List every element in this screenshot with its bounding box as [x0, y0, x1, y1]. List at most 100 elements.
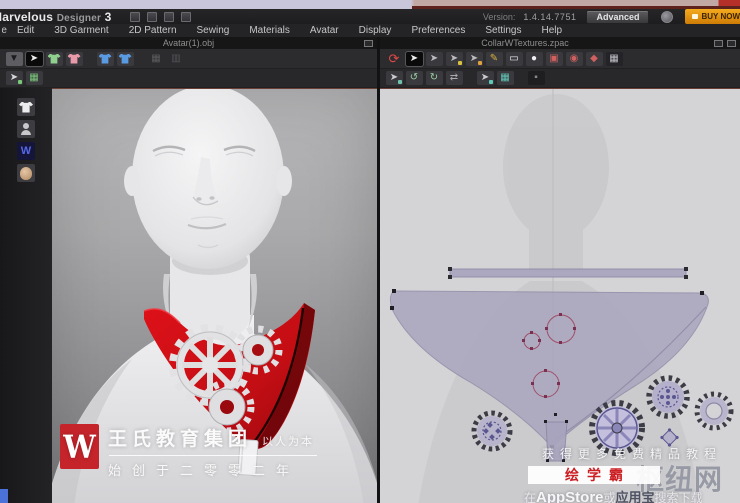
- show-garment-blue-2-tool-icon: [118, 53, 132, 64]
- left-panel-title-bar: Avatar(1).obj: [0, 37, 377, 49]
- avatar-preset-garment[interactable]: [17, 98, 35, 116]
- rectangle-tool-icon: ▭: [509, 52, 519, 64]
- watermark-tagline: 以人为本: [262, 436, 315, 448]
- titlebar-quick-icons: [129, 11, 191, 22]
- menu-bar: File Edit3D Garment2D PatternSewingMater…: [0, 24, 740, 38]
- undo-icon[interactable]: [163, 11, 174, 22]
- select-avatar-tool[interactable]: ➤: [5, 71, 23, 85]
- menu-item-avatar[interactable]: Avatar: [300, 24, 349, 37]
- buy-now-button[interactable]: BUY NOW: [685, 9, 740, 24]
- measure-tool[interactable]: ▪: [527, 71, 545, 85]
- wangshi-logo: W: [60, 424, 99, 469]
- menu-item-2d-pattern[interactable]: 2D Pattern: [119, 24, 187, 37]
- avatar-preset-head[interactable]: [17, 164, 35, 182]
- rotate-cw-tool-icon: ↻: [429, 72, 439, 83]
- bust-icon: [20, 123, 32, 135]
- rectangle-tool[interactable]: ▭: [505, 51, 523, 66]
- transform-pattern-tool[interactable]: ➤: [405, 51, 423, 66]
- select-garment-green-tool[interactable]: [45, 51, 63, 66]
- menu-item-sewing[interactable]: Sewing: [187, 24, 240, 37]
- watermark-wangshi: W 王氏教育集团 以人为本 始创于二零零二年: [60, 424, 317, 479]
- left-panel-title: Avatar(1).obj: [162, 38, 215, 48]
- avatar-preset-crown[interactable]: W: [17, 142, 35, 160]
- select-garment-pink-tool[interactable]: [65, 51, 83, 66]
- pen-polygon-tool[interactable]: ✎: [485, 51, 503, 66]
- circle-tool-icon: ●: [530, 52, 538, 64]
- pattern-gear-1[interactable]: [471, 410, 513, 452]
- menu-item-edit[interactable]: Edit: [7, 24, 44, 37]
- edit-pattern-tool[interactable]: ➤: [425, 51, 443, 66]
- edit-pattern-tool-icon: ➤: [429, 52, 439, 64]
- rotate-cw-tool[interactable]: ↻: [425, 71, 443, 85]
- redo-icon[interactable]: [180, 11, 191, 22]
- avatar-tape-tool[interactable]: ▦: [25, 71, 43, 85]
- version-text: Version: 1.4.14.7751: [482, 11, 577, 22]
- display-mode-arrow-tool[interactable]: ▼: [5, 51, 23, 66]
- select-garment-green-tool-icon: [47, 53, 61, 64]
- display-mode-arrow-tool-icon: ▼: [9, 52, 19, 64]
- new-file-icon[interactable]: [129, 11, 140, 22]
- watermark-company-name: 王氏教育集团: [108, 429, 253, 450]
- flip-pattern-tool-icon: ⇄: [449, 72, 459, 83]
- free-sewing-tool-icon: ▦: [500, 72, 510, 83]
- menu-item-materials[interactable]: Materials: [239, 24, 300, 37]
- right-panel-title: CollarWTextures.zpac: [481, 38, 569, 48]
- menu-item-settings[interactable]: Settings: [475, 24, 531, 37]
- segment-sewing-tool[interactable]: ➤: [476, 71, 494, 85]
- select-avatar-tool-icon: ➤: [9, 72, 19, 83]
- marvelous-designer-window: Marvelous Designer 3 Version:1.4.14.7751…: [0, 0, 740, 503]
- language-globe-icon[interactable]: [661, 10, 674, 23]
- dart-tool[interactable]: ◆: [585, 51, 603, 66]
- menu-item-display[interactable]: Display: [349, 24, 402, 37]
- open-file-icon[interactable]: [146, 11, 157, 22]
- select-move-tool[interactable]: ➤: [25, 51, 43, 66]
- add-point-tool-icon: ➤: [469, 52, 479, 64]
- add-point-tool[interactable]: ➤: [465, 51, 483, 66]
- measure-tool-icon: ▪: [534, 72, 538, 83]
- watermark-founded: 始创于二零零二年: [108, 463, 301, 478]
- circle-tool[interactable]: ●: [525, 51, 543, 66]
- dock-panel-icon[interactable]: [727, 40, 736, 47]
- texture-swatch-tool[interactable]: ▦: [605, 51, 623, 66]
- advanced-button[interactable]: Advanced: [586, 9, 650, 24]
- pattern-2d-canvas: [389, 89, 734, 503]
- left-toolbar-row2: ➤ ▦: [0, 69, 377, 88]
- pattern-gear-ring[interactable]: [694, 391, 734, 431]
- select-move-tool-icon: ➤: [29, 52, 39, 64]
- pattern-move-tool[interactable]: ➤: [385, 71, 403, 85]
- show-garment-blue-2-tool[interactable]: [116, 51, 134, 66]
- internal-circle-tool[interactable]: ◉: [565, 51, 583, 66]
- free-sewing-tool[interactable]: ▦: [496, 71, 514, 85]
- flip-pattern-tool[interactable]: ⇄: [445, 71, 463, 85]
- menu-item-preferences[interactable]: Preferences: [401, 24, 475, 37]
- show-garment-blue-tool-icon: [98, 53, 112, 64]
- left-toolbar-row1: ▼ ➤ ▦ ▥: [0, 49, 377, 69]
- transform-pattern-tool-icon: ➤: [409, 52, 419, 64]
- app-title-bar: Marvelous Designer 3 Version:1.4.14.7751…: [0, 9, 740, 24]
- sync-2d-3d-tool-icon: ⟳: [388, 51, 400, 66]
- float-panel-icon[interactable]: [714, 40, 723, 47]
- cart-icon: [692, 14, 699, 19]
- avatar-preset-sidebar: W: [0, 88, 52, 503]
- menu-item-help[interactable]: Help: [532, 24, 573, 37]
- background-window-strip: [0, 0, 740, 9]
- pattern-collar-band[interactable]: [448, 267, 688, 279]
- float-panel-icon[interactable]: [364, 40, 373, 47]
- edit-curve-tool[interactable]: ➤: [445, 51, 463, 66]
- viewport-2d[interactable]: [380, 88, 740, 503]
- rotate-ccw-tool[interactable]: ↺: [405, 71, 423, 85]
- internal-rectangle-tool[interactable]: ▣: [545, 51, 563, 66]
- head-icon: [20, 166, 32, 180]
- show-garment-blue-tool[interactable]: [96, 51, 114, 66]
- disabled-tool-2[interactable]: ▥: [168, 52, 185, 66]
- taskbar-fragment: [0, 489, 8, 503]
- watermark-huixueba: 获得更多免费精品教程 枢纽网 绘学霸 在AppStore或应用宝搜索下载: [524, 445, 740, 503]
- avatar-preset-bust[interactable]: [17, 120, 35, 138]
- sync-2d-3d-tool[interactable]: ⟳: [386, 52, 403, 66]
- edit-curve-tool-icon: ➤: [449, 52, 459, 64]
- menu-item-3d-garment[interactable]: 3D Garment: [44, 24, 118, 37]
- segment-sewing-tool-dot: [488, 80, 493, 84]
- internal-circle-tool-icon: ◉: [569, 52, 579, 64]
- disabled-tool-1[interactable]: ▦: [148, 52, 165, 66]
